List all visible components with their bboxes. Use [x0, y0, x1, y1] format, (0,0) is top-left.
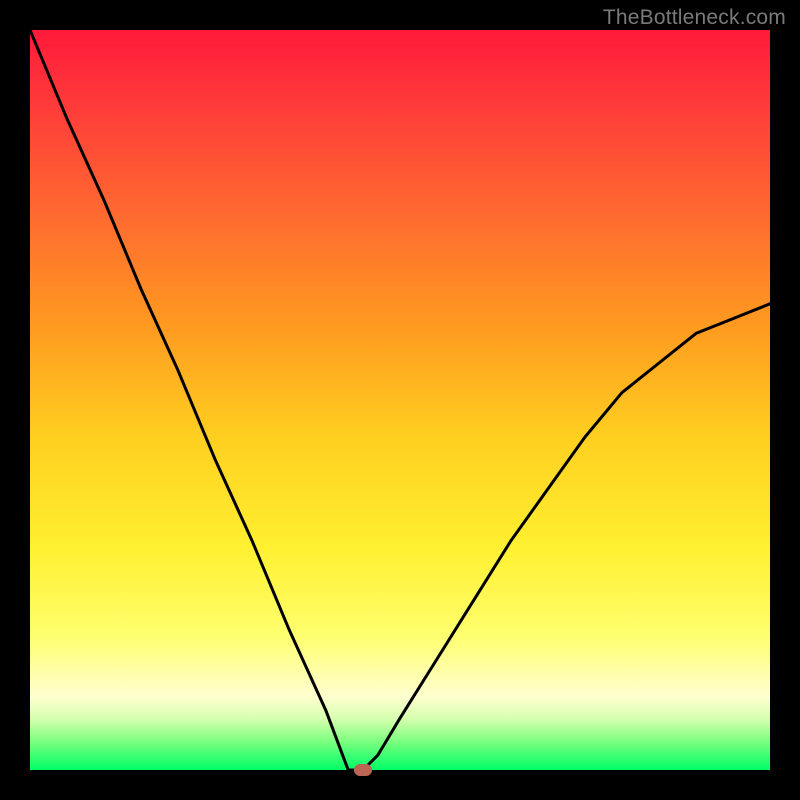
optimal-marker: [354, 764, 372, 776]
curve-line: [30, 30, 770, 770]
plot-area: [30, 30, 770, 770]
watermark-text: TheBottleneck.com: [603, 6, 786, 30]
chart-frame: TheBottleneck.com: [0, 0, 800, 800]
